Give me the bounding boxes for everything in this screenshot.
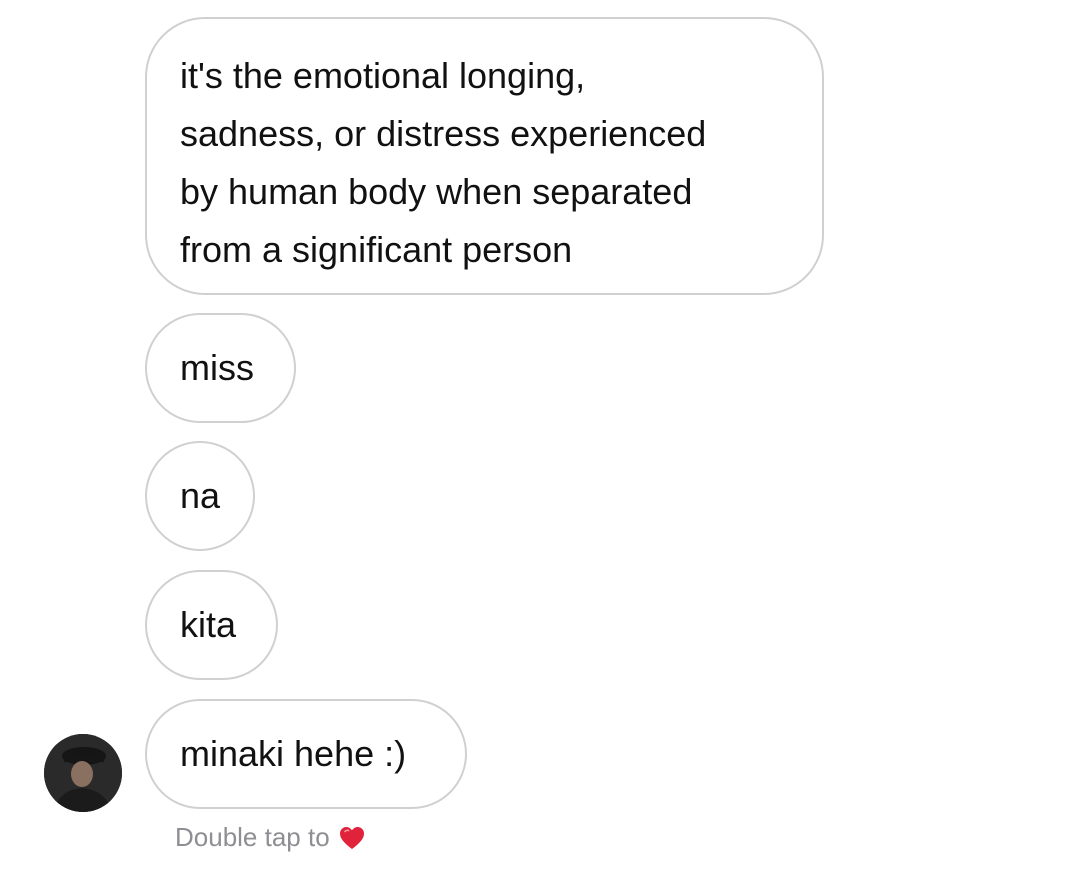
message-line: from a significant person	[180, 229, 573, 270]
message-line: sadness, or distress experienced	[180, 113, 707, 154]
message-text: kita	[180, 604, 237, 645]
message-bubble-kita[interactable]: kita	[145, 570, 278, 680]
sender-avatar[interactable]	[44, 734, 122, 812]
hint-text: Double tap to	[175, 822, 330, 852]
message-bubble-miss[interactable]: miss	[145, 313, 296, 423]
message-bubble-na[interactable]: na	[145, 441, 255, 551]
double-tap-hint: Double tap to	[175, 822, 366, 853]
message-bubble-definition[interactable]: it's the emotional longing, sadness, or …	[145, 17, 824, 295]
message-line: by human body when separated	[180, 171, 693, 212]
message-text: na	[180, 475, 221, 516]
profile-photo-icon	[44, 734, 122, 812]
message-bubble-last[interactable]: minaki hehe :)	[145, 699, 467, 809]
message-text: minaki hehe :)	[180, 733, 407, 774]
heart-icon	[338, 824, 366, 852]
message-line: it's the emotional longing,	[180, 55, 586, 96]
message-text: miss	[180, 347, 254, 388]
